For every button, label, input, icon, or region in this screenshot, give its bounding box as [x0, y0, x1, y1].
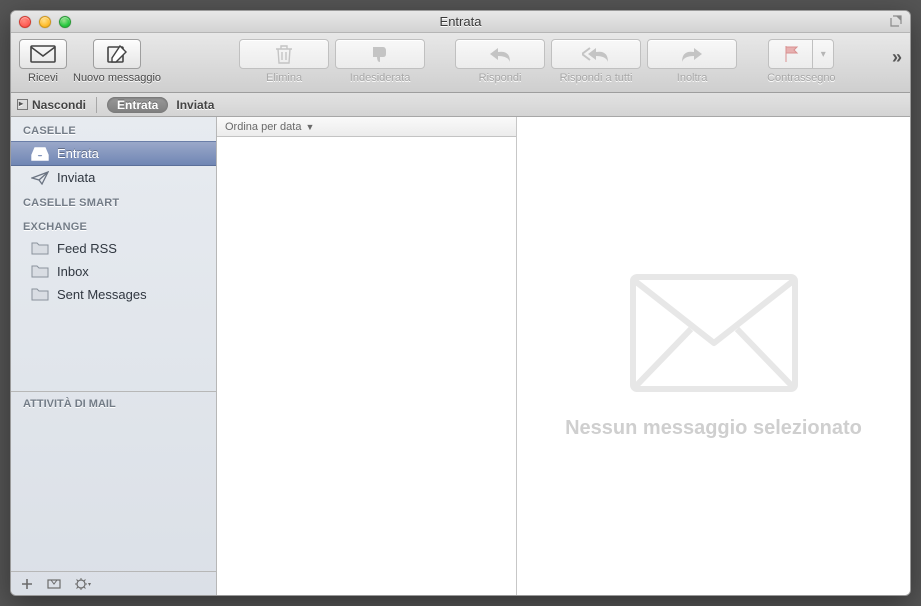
show-activity-button[interactable]: [47, 578, 61, 590]
flag-button[interactable]: ▾: [768, 39, 834, 69]
flag-dropdown[interactable]: ▾: [812, 39, 834, 69]
reply-all-icon: [582, 46, 610, 62]
add-button[interactable]: [21, 578, 33, 590]
forward-icon: [680, 46, 704, 62]
sort-label: Ordina per data: [225, 121, 301, 133]
forward-label: Inoltra: [677, 72, 708, 84]
reply-label: Rispondi: [479, 72, 522, 84]
trash-icon: [275, 44, 293, 64]
forward-button[interactable]: [647, 39, 737, 69]
envelope-icon: [30, 45, 56, 63]
compose-icon: [106, 44, 128, 64]
sidebar-inbox-label: Entrata: [57, 146, 99, 161]
hide-sidebar-button[interactable]: Nascondi: [17, 98, 86, 112]
envelope-placeholder-icon: [629, 273, 799, 393]
hide-label: Nascondi: [32, 98, 86, 112]
sidebar-sent[interactable]: Inviata: [11, 166, 216, 189]
titlebar: Entrata: [11, 11, 910, 33]
receive-label: Ricevi: [28, 72, 58, 84]
favorites-bar: Nascondi Entrata Inviata: [11, 93, 910, 117]
sidebar-sent-messages-label: Sent Messages: [57, 287, 147, 302]
receive-button[interactable]: [19, 39, 67, 69]
thumbs-down-icon: [370, 45, 390, 63]
sidebar-footer: [11, 571, 216, 595]
reply-button[interactable]: [455, 39, 545, 69]
message-list: Ordina per data ▼: [217, 117, 517, 595]
delete-label: Elimina: [266, 72, 302, 84]
new-message-button[interactable]: [93, 39, 141, 69]
inbox-icon: [31, 147, 49, 161]
body: CASELLE Entrata Inviata CASELLE SMART EX…: [11, 117, 910, 595]
paper-plane-icon: [31, 171, 49, 185]
exchange-header: EXCHANGE: [11, 213, 216, 237]
smart-header: CASELLE SMART: [11, 189, 216, 213]
favorite-inbox[interactable]: Entrata: [107, 97, 168, 113]
mail-window: Entrata Ricevi Nuovo messaggio Elimina: [10, 10, 911, 596]
junk-button[interactable]: [335, 39, 425, 69]
preview-pane: Nessun messaggio selezionato: [517, 117, 910, 595]
reply-all-button[interactable]: [551, 39, 641, 69]
sidebar-feed-label: Feed RSS: [57, 241, 117, 256]
sidebar-exchange-inbox-label: Inbox: [57, 264, 89, 279]
toolbar: Ricevi Nuovo messaggio Elimina Indesider…: [11, 33, 910, 93]
fullscreen-button[interactable]: [890, 15, 904, 29]
reply-icon: [488, 46, 512, 62]
mail-activity-header: ATTIVITÀ DI MAIL: [11, 391, 216, 571]
toolbar-overflow[interactable]: »: [892, 47, 902, 68]
divider: [96, 97, 97, 113]
folder-icon: [31, 265, 49, 278]
delete-button[interactable]: [239, 39, 329, 69]
chevron-down-icon: ▼: [305, 122, 314, 132]
message-list-body: [217, 137, 516, 595]
no-message-selected-label: Nessun messaggio selezionato: [565, 417, 862, 440]
flag-label: Contrassegno: [767, 72, 836, 84]
new-message-label: Nuovo messaggio: [73, 72, 161, 84]
sidebar-sent-label: Inviata: [57, 170, 95, 185]
action-menu-button[interactable]: [75, 578, 93, 590]
folder-icon: [31, 242, 49, 255]
junk-label: Indesiderata: [350, 72, 411, 84]
hide-icon: [17, 99, 28, 110]
sidebar-sent-messages[interactable]: Sent Messages: [11, 283, 216, 306]
sort-header[interactable]: Ordina per data ▼: [217, 117, 516, 137]
window-title: Entrata: [11, 14, 910, 29]
mailboxes-header: CASELLE: [11, 117, 216, 141]
favorite-sent[interactable]: Inviata: [176, 98, 214, 112]
sidebar: CASELLE Entrata Inviata CASELLE SMART EX…: [11, 117, 217, 595]
folder-icon: [31, 288, 49, 301]
reply-all-label: Rispondi a tutti: [560, 72, 633, 84]
sidebar-exchange-inbox[interactable]: Inbox: [11, 260, 216, 283]
sidebar-feed-rss[interactable]: Feed RSS: [11, 237, 216, 260]
flag-icon: [783, 45, 799, 63]
sidebar-inbox[interactable]: Entrata: [11, 141, 216, 166]
